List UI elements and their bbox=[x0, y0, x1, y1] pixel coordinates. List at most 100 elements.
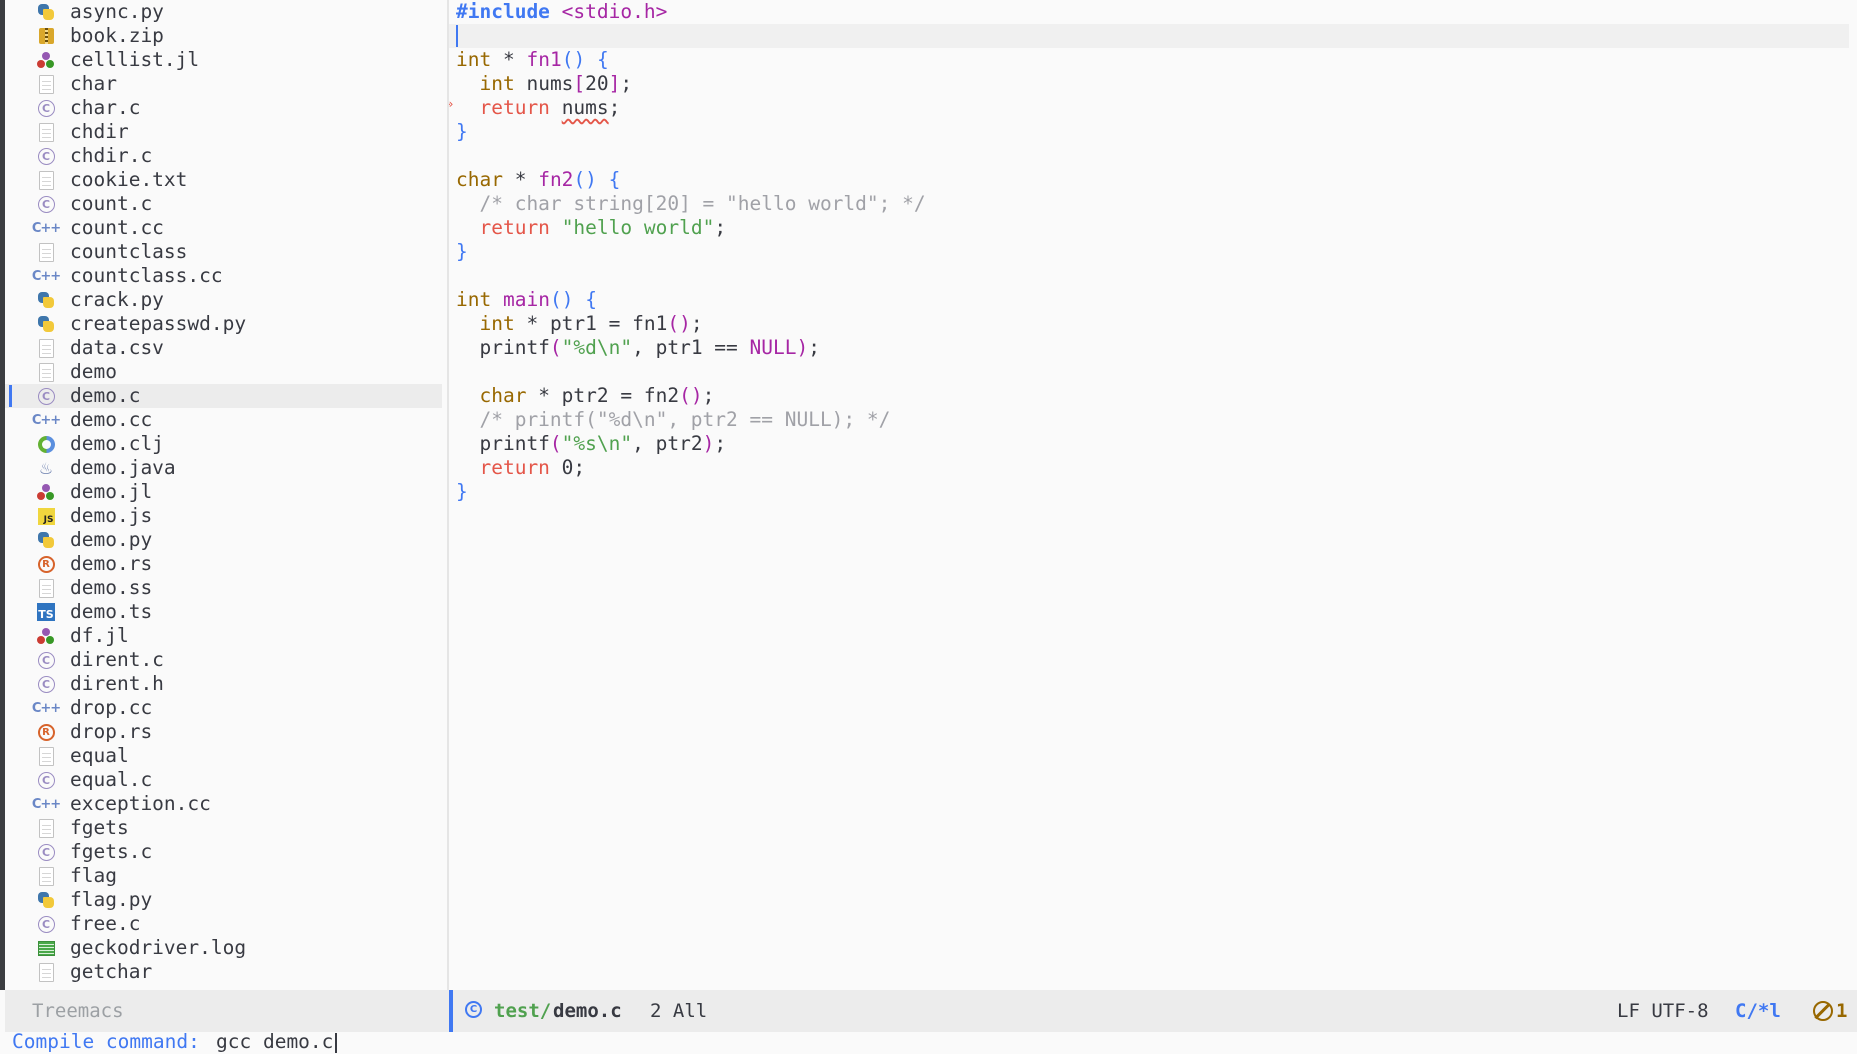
code-line[interactable]: int * ptr1 = fn1(); bbox=[456, 312, 703, 336]
code-token: fn1 bbox=[526, 48, 562, 71]
file-name: chdir.c bbox=[70, 144, 153, 167]
code-line[interactable]: #include <stdio.h> bbox=[456, 0, 667, 24]
file-row[interactable]: flag.py bbox=[5, 888, 442, 912]
treemacs-sidebar[interactable]: async.py book.zip celllist.jl char Cchar.c ch… bbox=[5, 0, 447, 990]
file-row[interactable]: Cfree.c bbox=[5, 912, 442, 936]
code-line[interactable]: } bbox=[456, 480, 468, 504]
file-icon-slot bbox=[36, 530, 56, 550]
code-line[interactable]: } bbox=[456, 120, 468, 144]
file-icon bbox=[38, 362, 54, 382]
file-row[interactable]: df.jl bbox=[5, 624, 442, 648]
file-row[interactable]: demo.py bbox=[5, 528, 442, 552]
file-row[interactable]: Cchar.c bbox=[5, 96, 442, 120]
file-icon-slot: C bbox=[36, 146, 56, 166]
file-icon-slot bbox=[36, 74, 56, 94]
code-token: int bbox=[479, 312, 515, 335]
julia-icon bbox=[37, 627, 55, 645]
code-line[interactable]: char * ptr2 = fn2(); bbox=[456, 384, 714, 408]
python-icon bbox=[37, 531, 55, 549]
code-line[interactable]: printf("%s\n", ptr2); bbox=[456, 432, 726, 456]
file-row[interactable]: demo bbox=[5, 360, 442, 384]
file-icon-slot: C++ bbox=[32, 218, 61, 238]
file-row[interactable]: celllist.jl bbox=[5, 48, 442, 72]
cpp-icon: C++ bbox=[31, 412, 61, 428]
file-icon-slot bbox=[36, 626, 56, 646]
file-row[interactable]: demo.ss bbox=[5, 576, 442, 600]
code-line[interactable]: return "hello world"; bbox=[456, 216, 726, 240]
file-row[interactable]: fgets bbox=[5, 816, 442, 840]
code-token: return bbox=[479, 456, 550, 479]
code-token: ; bbox=[690, 312, 703, 335]
file-row[interactable]: demo.clj bbox=[5, 432, 442, 456]
modeline-filename: demo.c bbox=[553, 1000, 622, 1022]
python-icon bbox=[37, 3, 55, 21]
code-token: printf bbox=[456, 336, 550, 359]
file-row[interactable]: char bbox=[5, 72, 442, 96]
file-row[interactable]: geckodriver.log bbox=[5, 936, 442, 960]
file-row[interactable]: book.zip bbox=[5, 24, 442, 48]
code-token: * bbox=[491, 48, 527, 71]
code-line[interactable]: int nums[20]; bbox=[456, 72, 632, 96]
file-row[interactable]: countclass bbox=[5, 240, 442, 264]
file-row[interactable]: Rdrop.rs bbox=[5, 720, 442, 744]
file-row[interactable]: ♨ demo.java bbox=[5, 456, 442, 480]
file-row[interactable]: demo.jl bbox=[5, 480, 442, 504]
file-name: demo.java bbox=[70, 456, 176, 479]
file-icon-slot: C bbox=[36, 386, 56, 406]
minibuffer[interactable]: Compile command: gcc demo.c bbox=[0, 1030, 1857, 1054]
file-row[interactable]: JS demo.js bbox=[5, 504, 442, 528]
code-line[interactable]: /* printf("%d\n", ptr2 == NULL); */ bbox=[456, 408, 890, 432]
error-icon[interactable] bbox=[1813, 1001, 1833, 1021]
code-line[interactable]: int * fn1() { bbox=[456, 48, 609, 72]
code-line[interactable]: printf("%d\n", ptr1 == NULL); bbox=[456, 336, 820, 360]
file-row[interactable]: async.py bbox=[5, 0, 442, 24]
file-row[interactable]: Cfgets.c bbox=[5, 840, 442, 864]
modeline-encoding[interactable]: LF UTF-8 bbox=[1617, 990, 1709, 1032]
file-row[interactable]: TS demo.ts bbox=[5, 600, 442, 624]
file-icon bbox=[38, 578, 54, 598]
file-row[interactable]: data.csv bbox=[5, 336, 442, 360]
zip-icon bbox=[38, 28, 54, 44]
code-token: return bbox=[479, 216, 550, 239]
file-row[interactable]: Ccount.c bbox=[5, 192, 442, 216]
code-line[interactable]: /* char string[20] = "hello world"; */ bbox=[456, 192, 925, 216]
file-row[interactable]: chdir bbox=[5, 120, 442, 144]
code-token: , ptr1 == bbox=[632, 336, 750, 359]
code-editor[interactable]: » #include <stdio.h>int * fn1() { int nu… bbox=[449, 0, 1857, 990]
file-row[interactable]: Cchdir.c bbox=[5, 144, 442, 168]
code-line[interactable]: int main() { bbox=[456, 288, 597, 312]
file-row[interactable]: C++ exception.cc bbox=[5, 792, 442, 816]
file-row[interactable]: getchar bbox=[5, 960, 442, 984]
code-token: ; bbox=[620, 72, 633, 95]
file-row[interactable]: Cequal.c bbox=[5, 768, 442, 792]
file-name: demo.py bbox=[70, 528, 153, 551]
file-row[interactable]: createpasswd.py bbox=[5, 312, 442, 336]
file-row[interactable]: C++ drop.cc bbox=[5, 696, 442, 720]
file-row[interactable]: C++ demo.cc bbox=[5, 408, 442, 432]
file-icon-slot bbox=[36, 866, 56, 886]
cpp-icon: C++ bbox=[31, 700, 61, 716]
code-line[interactable]: } bbox=[456, 240, 468, 264]
file-row[interactable]: crack.py bbox=[5, 288, 442, 312]
file-row[interactable]: C++ countclass.cc bbox=[5, 264, 442, 288]
file-row[interactable]: C++ count.cc bbox=[5, 216, 442, 240]
modeline-major-mode[interactable]: C/*l bbox=[1735, 990, 1781, 1032]
code-line[interactable]: return nums; bbox=[456, 96, 620, 120]
modeline-error-count[interactable]: 1 bbox=[1836, 990, 1847, 1032]
code-line[interactable]: char * fn2() { bbox=[456, 168, 620, 192]
file-row[interactable]: cookie.txt bbox=[5, 168, 442, 192]
file-row[interactable]: Rdemo.rs bbox=[5, 552, 442, 576]
file-row[interactable]: Cdirent.c bbox=[5, 648, 442, 672]
file-icon-slot bbox=[36, 290, 56, 310]
code-line[interactable]: return 0; bbox=[456, 456, 585, 480]
compile-command-input[interactable]: gcc demo.c bbox=[216, 1030, 333, 1054]
file-row[interactable]: Cdirent.h bbox=[5, 672, 442, 696]
file-name: book.zip bbox=[70, 24, 164, 47]
file-icon-slot bbox=[36, 122, 56, 142]
file-row[interactable]: flag bbox=[5, 864, 442, 888]
file-row-selected[interactable]: Cdemo.c bbox=[5, 384, 442, 408]
file-row[interactable]: equal bbox=[5, 744, 442, 768]
